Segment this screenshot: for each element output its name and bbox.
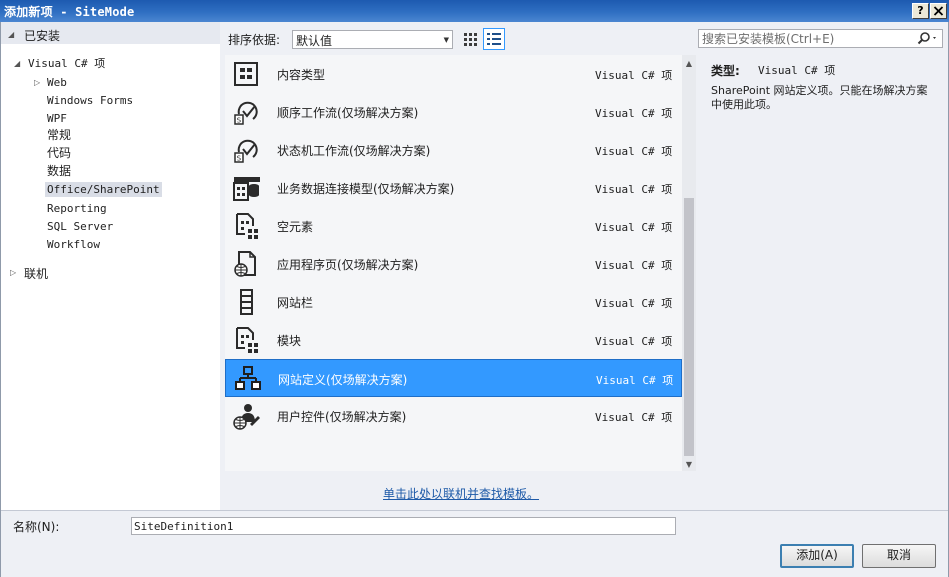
template-row-content-type[interactable]: 内容类型 Visual C# 项 <box>225 55 682 93</box>
find-templates-online-link[interactable]: 单击此处以联机并查找模板。 <box>383 485 539 502</box>
collapse-arrow-icon[interactable]: ◢ <box>8 29 14 41</box>
scroll-up-icon[interactable]: ▲ <box>682 57 696 71</box>
grid-view-icon <box>464 33 477 46</box>
template-language: Visual C# 项 <box>595 221 673 234</box>
template-row-user-control[interactable]: 用户控件(仅场解决方案) Visual C# 项 <box>225 397 682 435</box>
template-name: 网站定义(仅场解决方案) <box>278 373 408 387</box>
search-box[interactable] <box>698 29 943 48</box>
sort-label: 排序依据: <box>228 33 281 47</box>
expand-arrow-icon[interactable]: ◢ <box>14 58 20 70</box>
scroll-thumb[interactable] <box>684 198 694 456</box>
add-button[interactable]: 添加(A) <box>780 544 854 568</box>
tree-item-reporting[interactable]: Reporting <box>47 201 107 216</box>
template-list: 内容类型 Visual C# 项 S 顺序工作流(仅场解决方案) Visual … <box>225 55 685 471</box>
help-button[interactable]: ? <box>912 3 929 19</box>
svg-text:S: S <box>237 117 242 125</box>
sequential-workflow-icon: S <box>233 98 261 126</box>
expand-arrow-icon[interactable]: ▷ <box>34 77 40 89</box>
template-language: Visual C# 项 <box>595 297 673 310</box>
template-name: 应用程序页(仅场解决方案) <box>277 258 419 272</box>
template-name: 顺序工作流(仅场解决方案) <box>277 106 419 120</box>
search-icon[interactable] <box>917 31 939 46</box>
template-name: 模块 <box>277 334 302 348</box>
module-icon <box>233 326 261 354</box>
tree-item-online[interactable]: 联机 <box>24 265 48 282</box>
tree-item-visual-csharp[interactable]: Visual C# 项 <box>28 56 105 71</box>
chevron-down-icon: ▼ <box>443 36 449 44</box>
application-page-icon <box>233 250 261 278</box>
template-language: Visual C# 项 <box>595 259 673 272</box>
site-definition-icon <box>234 365 262 393</box>
template-language: Visual C# 项 <box>596 374 674 387</box>
template-row-application-page[interactable]: 应用程序页(仅场解决方案) Visual C# 项 <box>225 245 682 283</box>
list-view-icon <box>487 33 501 45</box>
template-language: Visual C# 项 <box>595 145 673 158</box>
template-language: Visual C# 项 <box>595 411 673 424</box>
template-row-empty-element[interactable]: 空元素 Visual C# 项 <box>225 207 682 245</box>
window-title: 添加新项 - SiteMode <box>4 5 135 19</box>
template-name: 状态机工作流(仅场解决方案) <box>277 144 431 158</box>
template-row-module[interactable]: 模块 Visual C# 项 <box>225 321 682 359</box>
template-language: Visual C# 项 <box>595 69 673 82</box>
template-language: Visual C# 项 <box>595 335 673 348</box>
svg-text:S: S <box>237 155 242 163</box>
tree-item-web[interactable]: Web <box>47 75 67 90</box>
empty-element-icon <box>233 212 261 240</box>
info-type-value: Visual C# 项 <box>758 64 836 77</box>
close-icon <box>933 6 944 16</box>
state-machine-workflow-icon: S <box>233 136 261 164</box>
tree-item-windows-forms[interactable]: Windows Forms <box>47 93 133 108</box>
tree-item-code[interactable]: 代码 <box>47 146 71 161</box>
template-language: Visual C# 项 <box>595 107 673 120</box>
expand-arrow-icon[interactable]: ▷ <box>10 267 16 279</box>
tree-item-workflow[interactable]: Workflow <box>47 237 100 252</box>
info-description: SharePoint 网站定义项。只能在场解决方案中使用此项。 <box>711 84 928 111</box>
user-control-icon <box>233 402 261 430</box>
tree-item-office-sharepoint[interactable]: Office/SharePoint <box>45 182 162 197</box>
template-name: 用户控件(仅场解决方案) <box>277 410 407 424</box>
footer-divider <box>1 510 948 511</box>
template-row-state-machine-workflow[interactable]: S 状态机工作流(仅场解决方案) Visual C# 项 <box>225 131 682 169</box>
site-column-icon <box>233 288 261 316</box>
sort-dropdown[interactable]: 默认值 ▼ <box>292 30 453 49</box>
template-language: Visual C# 项 <box>595 183 673 196</box>
scroll-down-icon[interactable]: ▼ <box>682 458 696 472</box>
sort-value: 默认值 <box>296 34 333 48</box>
content-type-icon <box>233 60 261 88</box>
template-row-business-data-model[interactable]: 业务数据连接模型(仅场解决方案) Visual C# 项 <box>225 169 682 207</box>
template-row-site-column[interactable]: 网站栏 Visual C# 项 <box>225 283 682 321</box>
template-row-site-definition[interactable]: 网站定义(仅场解决方案) Visual C# 项 <box>225 359 682 397</box>
tree-item-wpf[interactable]: WPF <box>47 111 67 126</box>
template-row-sequential-workflow[interactable]: S 顺序工作流(仅场解决方案) Visual C# 项 <box>225 93 682 131</box>
medium-icons-view-button[interactable] <box>459 28 481 50</box>
name-label: 名称(N): <box>13 520 60 534</box>
cancel-button[interactable]: 取消 <box>862 544 936 568</box>
info-type-label: 类型: <box>711 64 740 78</box>
title-bar <box>0 0 949 22</box>
template-name: 业务数据连接模型(仅场解决方案) <box>277 182 455 196</box>
list-view-button[interactable] <box>483 28 505 50</box>
close-button[interactable] <box>930 3 947 19</box>
template-name: 内容类型 <box>277 68 326 82</box>
tree-item-data[interactable]: 数据 <box>47 164 71 179</box>
tree-item-installed[interactable]: 已安装 <box>24 27 60 44</box>
tree-item-general[interactable]: 常规 <box>47 128 71 143</box>
template-name: 空元素 <box>277 220 314 234</box>
template-name: 网站栏 <box>277 296 314 310</box>
business-data-model-icon <box>233 174 261 202</box>
search-input[interactable] <box>702 30 912 47</box>
name-input[interactable] <box>131 517 676 535</box>
tree-item-sql-server[interactable]: SQL Server <box>47 219 113 234</box>
